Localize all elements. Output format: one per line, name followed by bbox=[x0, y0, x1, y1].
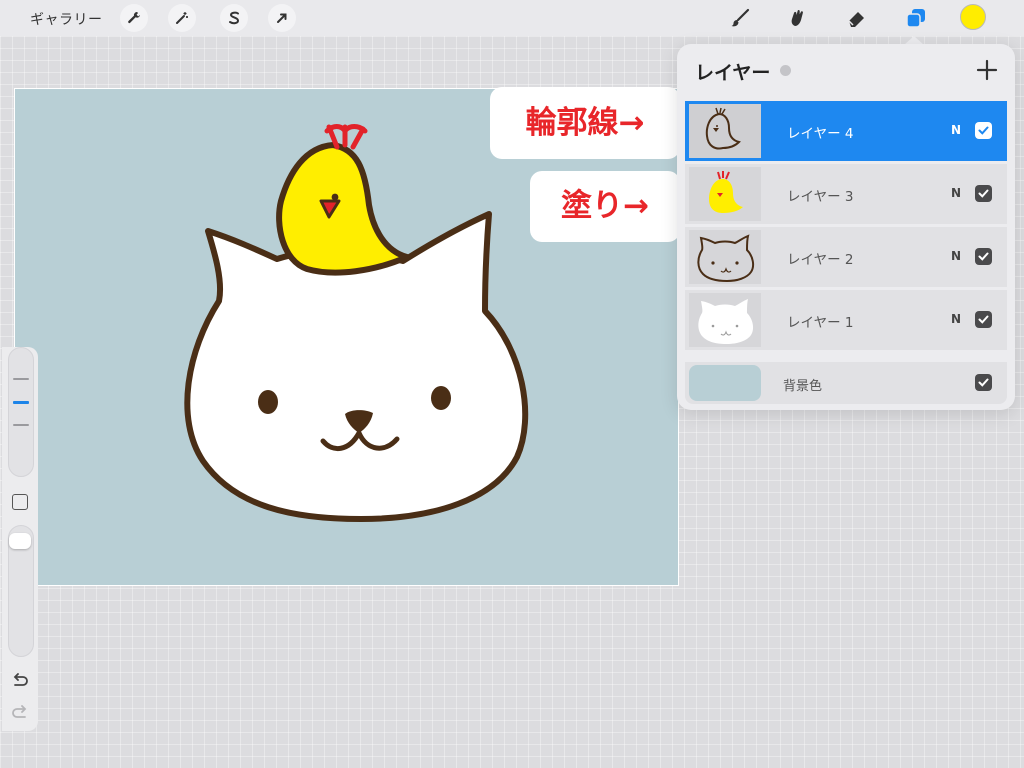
layer-name: レイヤー 3 bbox=[787, 189, 854, 205]
brush-icon[interactable] bbox=[726, 5, 754, 31]
title-indicator bbox=[780, 65, 791, 76]
top-toolbar: ギャラリー bbox=[0, 0, 1024, 36]
layer-row-4[interactable]: レイヤー 4 N bbox=[685, 101, 1007, 161]
magic-wand-icon[interactable] bbox=[168, 4, 196, 32]
layer-row-2[interactable]: レイヤー 2 N bbox=[685, 227, 1007, 287]
gallery-button[interactable]: ギャラリー bbox=[30, 9, 103, 29]
layer-row-3[interactable]: レイヤー 3 N bbox=[685, 164, 1007, 224]
layer-visibility-checkbox[interactable] bbox=[975, 311, 992, 328]
blend-mode-button[interactable]: N bbox=[951, 312, 961, 326]
background-visibility-checkbox[interactable] bbox=[975, 374, 992, 391]
layer-name: レイヤー 1 bbox=[787, 315, 854, 331]
chick-eye bbox=[331, 193, 339, 201]
side-slider-bar bbox=[2, 347, 38, 731]
modify-square-icon[interactable] bbox=[12, 494, 28, 510]
brush-size-slider[interactable] bbox=[8, 347, 34, 477]
fill-annotation-text: 塗り→ bbox=[561, 188, 649, 224]
fill-annotation: 塗り→ bbox=[530, 171, 680, 242]
layer-name: レイヤー 2 bbox=[787, 252, 854, 268]
layer-row-1[interactable]: レイヤー 1 N bbox=[685, 290, 1007, 350]
transform-arrow-icon[interactable] bbox=[268, 4, 296, 32]
background-color-label: 背景色 bbox=[783, 379, 823, 394]
outline-annotation: 輪郭線→ bbox=[490, 87, 680, 159]
size-tick-bottom bbox=[13, 424, 29, 426]
layer-thumbnail bbox=[689, 167, 761, 221]
eraser-icon[interactable] bbox=[843, 5, 871, 31]
layer-visibility-checkbox[interactable] bbox=[975, 185, 992, 202]
undo-icon[interactable] bbox=[9, 671, 31, 691]
color-well[interactable] bbox=[960, 4, 986, 30]
cat-right-eye bbox=[431, 386, 451, 410]
blend-mode-button[interactable]: N bbox=[951, 123, 961, 137]
layer-thumbnail bbox=[689, 293, 761, 347]
blend-mode-button[interactable]: N bbox=[951, 249, 961, 263]
layer-visibility-checkbox[interactable] bbox=[975, 248, 992, 265]
layer-name: レイヤー 4 bbox=[787, 126, 854, 142]
layers-panel-title: レイヤー bbox=[695, 62, 771, 84]
layer-thumbnail bbox=[689, 104, 761, 158]
redo-icon[interactable] bbox=[9, 703, 31, 723]
drawing-canvas[interactable] bbox=[14, 88, 679, 586]
layers-panel: レイヤー レイヤー 4 N レイヤー 3 N レイヤー 2 N レイヤー 1 N… bbox=[677, 44, 1015, 410]
layer-visibility-checkbox[interactable] bbox=[975, 122, 992, 139]
selection-s-icon[interactable] bbox=[220, 4, 248, 32]
size-tick-top bbox=[13, 378, 29, 380]
layer-thumbnail bbox=[689, 230, 761, 284]
cat-left-eye bbox=[258, 390, 278, 414]
outline-annotation-text: 輪郭線→ bbox=[525, 104, 645, 141]
smudge-icon[interactable] bbox=[784, 5, 812, 31]
plus-icon[interactable] bbox=[975, 58, 999, 82]
opacity-slider-thumb[interactable] bbox=[9, 533, 31, 549]
wrench-icon[interactable] bbox=[120, 4, 148, 32]
layers-icon[interactable] bbox=[902, 5, 930, 31]
background-color-row[interactable]: 背景色 bbox=[685, 362, 1007, 404]
size-slider-thumb[interactable] bbox=[13, 401, 29, 404]
blend-mode-button[interactable]: N bbox=[951, 186, 961, 200]
background-color-swatch[interactable] bbox=[689, 365, 761, 401]
